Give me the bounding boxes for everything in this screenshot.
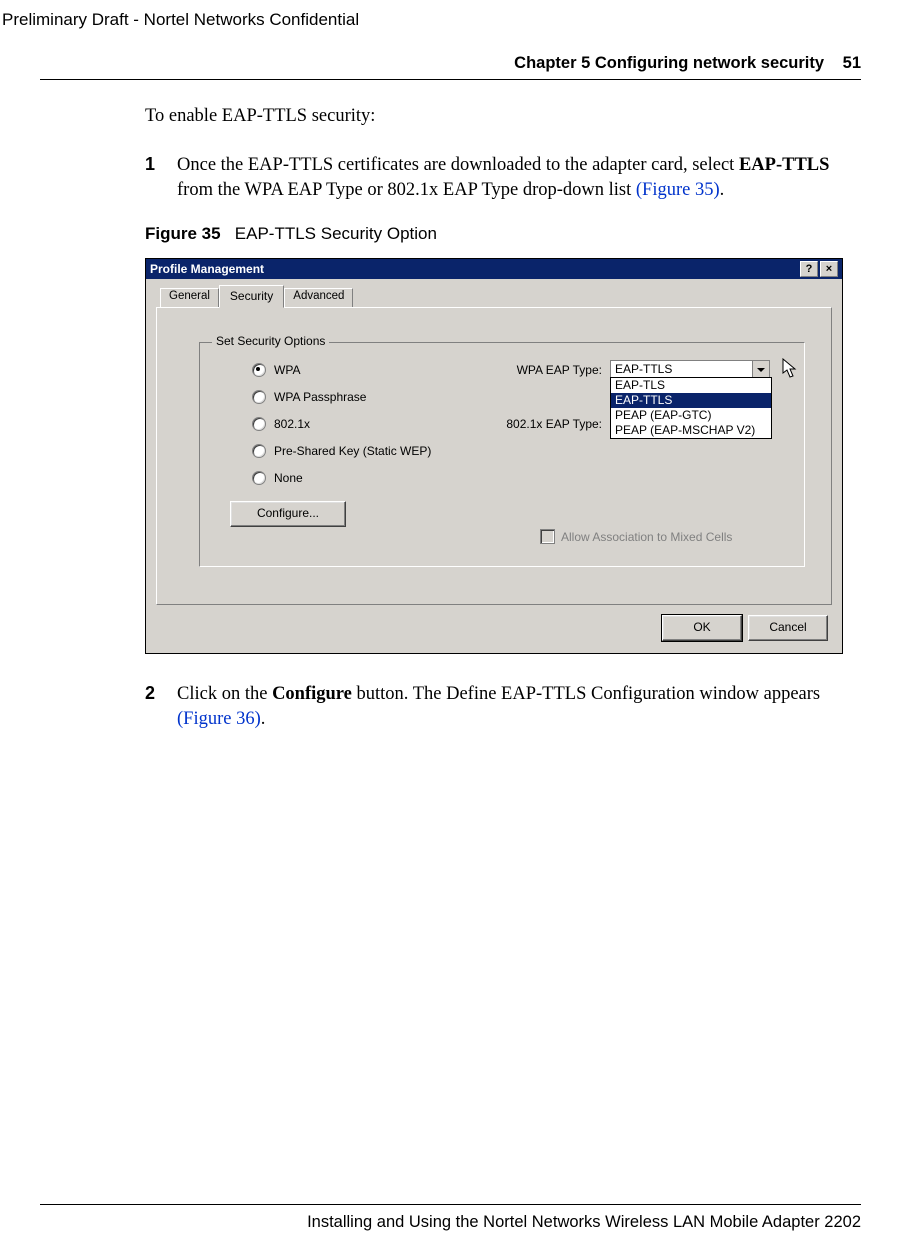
wpa-eap-type-combo[interactable]: EAP-TTLS EAP-TLS EAP-TTLS PEAP (EAP-GTC)… xyxy=(610,360,770,380)
tab-strip: General Security Advanced xyxy=(146,279,842,307)
step-1-number: 1 xyxy=(145,153,177,202)
row-none: None xyxy=(214,469,790,487)
row-wpa: WPA WPA EAP Type: EAP-TTLS EAP-TLS EAP-T… xyxy=(214,361,790,379)
draft-header: Preliminary Draft - Nortel Networks Conf… xyxy=(0,10,861,30)
help-button[interactable]: ? xyxy=(800,261,818,277)
tab-security[interactable]: Security xyxy=(219,285,284,308)
footer-text: Installing and Using the Nortel Networks… xyxy=(40,1204,861,1232)
figure-label: Figure 35 xyxy=(145,224,221,243)
fieldset-legend: Set Security Options xyxy=(212,334,329,348)
option-eap-ttls[interactable]: EAP-TTLS xyxy=(611,393,771,408)
figure-36-link[interactable]: (Figure 36) xyxy=(177,709,261,729)
option-peap-gtc[interactable]: PEAP (EAP-GTC) xyxy=(611,408,771,423)
radio-wpa-passphrase-label: WPA Passphrase xyxy=(274,390,366,404)
dialog-buttons: OK Cancel xyxy=(146,615,842,653)
step-2-number: 2 xyxy=(145,682,177,731)
step-2-end: . xyxy=(261,709,266,729)
radio-wpa-label: WPA xyxy=(274,363,300,377)
figure-caption-text: EAP-TTLS Security Option xyxy=(235,224,437,243)
figure-35-link[interactable]: (Figure 35) xyxy=(636,180,720,200)
step-1-text-a: Once the EAP-TTLS certificates are downl… xyxy=(177,155,739,175)
dialog-title: Profile Management xyxy=(150,259,264,279)
step-2: 2 Click on the Configure button. The Def… xyxy=(145,682,861,731)
step-2-text-b: button. The Define EAP-TTLS Configuratio… xyxy=(352,684,820,704)
step-2-text-a: Click on the xyxy=(177,684,272,704)
close-button[interactable]: × xyxy=(820,261,838,277)
step-1-bold: EAP-TTLS xyxy=(739,155,829,175)
page-footer: Installing and Using the Nortel Networks… xyxy=(40,1204,861,1232)
cancel-button[interactable]: Cancel xyxy=(748,615,828,641)
chapter-header: Chapter 5 Configuring network security 5… xyxy=(40,54,861,80)
ok-button[interactable]: OK xyxy=(662,615,742,641)
title-bar: Profile Management ? × xyxy=(146,259,842,279)
step-1-text-b: from the WPA EAP Type or 802.1x EAP Type… xyxy=(177,180,636,200)
radio-wpa-passphrase[interactable] xyxy=(252,390,266,404)
chapter-title: Chapter 5 Configuring network security xyxy=(514,54,824,72)
page-number: 51 xyxy=(843,54,861,72)
radio-8021x-label: 802.1x xyxy=(274,417,310,431)
step-1-end: . xyxy=(720,180,725,200)
radio-wpa[interactable] xyxy=(252,363,266,377)
security-options-fieldset: Set Security Options WPA WPA EAP Type: E… xyxy=(199,342,805,567)
radio-8021x[interactable] xyxy=(252,417,266,431)
radio-psk-label: Pre-Shared Key (Static WEP) xyxy=(274,444,431,458)
intro-text: To enable EAP-TTLS security: xyxy=(145,106,861,127)
radio-psk[interactable] xyxy=(252,444,266,458)
figure-caption: Figure 35 EAP-TTLS Security Option xyxy=(145,224,861,244)
mixed-cells-checkbox xyxy=(540,529,555,544)
eap-type-dropdown-list: EAP-TLS EAP-TTLS PEAP (EAP-GTC) PEAP (EA… xyxy=(610,377,772,439)
8021x-eap-type-label: 802.1x EAP Type: xyxy=(482,417,610,431)
radio-none[interactable] xyxy=(252,471,266,485)
mixed-cells-label: Allow Association to Mixed Cells xyxy=(561,530,732,544)
radio-none-label: None xyxy=(274,471,303,485)
wpa-eap-type-label: WPA EAP Type: xyxy=(482,363,610,377)
option-eap-tls[interactable]: EAP-TLS xyxy=(611,378,771,393)
option-peap-mschap[interactable]: PEAP (EAP-MSCHAP V2) xyxy=(611,423,771,438)
mouse-cursor-icon xyxy=(782,358,800,385)
tab-body: Set Security Options WPA WPA EAP Type: E… xyxy=(156,307,832,605)
allow-mixed-cells: Allow Association to Mixed Cells xyxy=(540,529,732,544)
configure-button[interactable]: Configure... xyxy=(230,501,346,527)
profile-management-dialog: Profile Management ? × General Security … xyxy=(145,258,843,654)
step-1: 1 Once the EAP-TTLS certificates are dow… xyxy=(145,153,861,202)
row-psk: Pre-Shared Key (Static WEP) xyxy=(214,442,790,460)
step-2-bold: Configure xyxy=(272,684,352,704)
